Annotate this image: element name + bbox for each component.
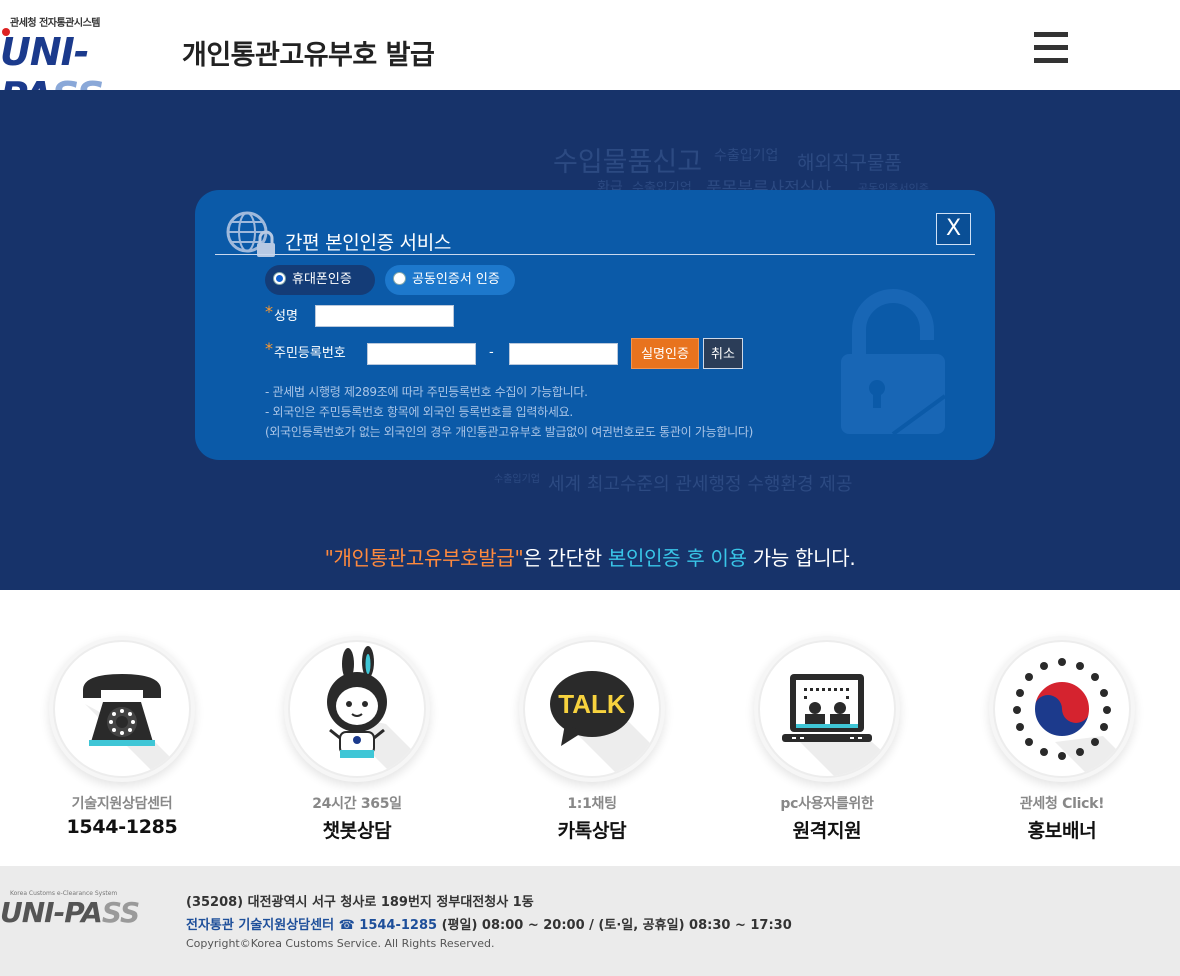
kakaotalk-icon: TALK [550, 671, 659, 776]
tab-label: 공동인증서 인증 [412, 272, 500, 287]
globe-lock-icon [226, 211, 275, 257]
footer-hours: (평일) 08:00 ~ 20:00 / (토·일, 공휴일) 08:30 ~ … [437, 918, 792, 933]
rrn-label: *주민등록번호 [265, 339, 346, 361]
rrn-front-input[interactable] [367, 343, 476, 365]
tab-label: 휴대폰인증 [292, 272, 352, 287]
service-kakaotalk[interactable]: TALK 1:1채팅 카톡상담 [492, 642, 692, 843]
service-circle [995, 642, 1129, 776]
padlock-icon [841, 289, 947, 436]
service-sub-label: 24시간 365일 [312, 796, 402, 812]
rrn-back-input[interactable] [509, 343, 618, 365]
hero-message-mid: 은 간단한 [523, 546, 608, 570]
service-sub-label: 1:1채팅 [567, 796, 617, 812]
telephone-icon [83, 674, 189, 776]
page-footer: Korea Customs e-Clearance System UNI-PAS… [0, 866, 1180, 976]
modal-title: 간편 본인인증 서비스 [285, 232, 452, 254]
tab-certificate-auth[interactable]: 공동인증서 인증 [385, 265, 515, 295]
service-chatbot[interactable]: 24시간 365일 챗봇상담 [257, 642, 457, 843]
radio-checked-icon[interactable] [273, 272, 286, 285]
hero-bg-text: 해외직구물품 [797, 152, 902, 174]
unipass-logo[interactable]: 관세청 전자통관시스템 UNI-PASS [0, 10, 176, 118]
service-tech-support[interactable]: 기술지원상담센터 1544-1285 [22, 642, 222, 838]
hero-message-end: 가능 합니다. [746, 546, 856, 570]
service-main-label: 원격지원 [792, 820, 862, 842]
radio-unchecked-icon[interactable] [393, 272, 406, 285]
rrn-dash: - [489, 345, 494, 360]
service-circle: TALK [525, 642, 659, 776]
talk-text: TALK [558, 689, 626, 719]
notice-line: (외국인등록번호가 없는 외국인의 경우 개인통관고유부호 발급없이 여권번호로… [265, 425, 753, 439]
service-remote-support[interactable]: pc사용자를위한 원격지원 [727, 642, 927, 843]
hero-bg-text: 수출입기업 [714, 148, 779, 164]
modal-divider [215, 254, 975, 255]
verify-button[interactable]: 실명인증 [631, 338, 699, 369]
service-circle [55, 642, 189, 776]
hero-section: 수입물품신고 수출입기업 해외직구물품 환급 수출입기업 품목분류사전심사 공동… [0, 90, 1180, 590]
name-input[interactable] [315, 305, 454, 327]
hamburger-menu-icon[interactable] [1034, 32, 1068, 64]
service-circle [290, 642, 424, 776]
hero-bg-text: 수출입기업 [494, 474, 540, 485]
service-links: 기술지원상담센터 1544-1285 24시간 365일 챗봇상담 TALK 1… [0, 590, 1180, 866]
footer-address: (35208) 대전광역시 서구 청사로 189번지 정부대전청사 1동 [186, 895, 534, 910]
service-sub-label: 기술지원상담센터 [71, 796, 173, 812]
page-title: 개인통관고유부호 발급 [182, 40, 435, 71]
service-main-label: 챗봇상담 [322, 820, 392, 842]
notice-line: - 외국인은 주민등록번호 항목에 외국인 등록번호를 입력하세요. [265, 405, 573, 419]
hero-message-highlight: 본인인증 후 이용 [607, 546, 747, 570]
footer-contact: 전자통관 기술지원상담센터 ☎ 1544-1285 (평일) 08:00 ~ 2… [186, 914, 792, 933]
footer-center-label: 전자통관 기술지원상담센터 ☎ 1544-1285 [186, 918, 438, 933]
cancel-button[interactable]: 취소 [703, 338, 743, 369]
service-sub-label: pc사용자를위한 [780, 796, 874, 812]
notice-line: - 관세법 시행령 제289조에 따라 주민등록번호 수집이 가능합니다. [265, 385, 588, 399]
service-circle [760, 642, 894, 776]
footer-logo-text: UNI-PASS [0, 896, 140, 929]
hero-message: "개인통관고유부호발급"은 간단한 본인인증 후 이용 가능 합니다. [0, 542, 1180, 571]
hero-bg-text: 수입물품신고 [553, 147, 703, 178]
hero-bg-text: 세계 최고수준의 관세행정 수행환경 제공 [548, 474, 853, 495]
footer-logo: Korea Customs e-Clearance System UNI-PAS… [0, 888, 160, 938]
close-button[interactable]: X [936, 213, 971, 245]
notice-text: - 관세법 시행령 제289조에 따라 주민등록번호 수집이 가능합니다. - … [265, 382, 753, 442]
auth-modal: 간편 본인인증 서비스 X 휴대폰인증 공동인증서 인증 *성명 *주민등록번호… [195, 190, 995, 460]
service-main-label: 카톡상담 [557, 820, 627, 842]
remote-support-icon [782, 674, 894, 776]
footer-copyright: Copyright©Korea Customs Service. All Rig… [186, 937, 495, 950]
chatbot-mascot-icon [327, 646, 424, 776]
logo-tagline: 관세청 전자통관시스템 [10, 18, 100, 29]
government-emblem-icon [1013, 658, 1129, 776]
service-promo-banner[interactable]: 관세청 Click! 홍보배너 [962, 642, 1162, 843]
page-header: 관세청 전자통관시스템 UNI-PASS 개인통관고유부호 발급 [0, 0, 1180, 118]
tab-phone-auth[interactable]: 휴대폰인증 [265, 265, 375, 295]
name-label: *성명 [265, 302, 298, 324]
service-sub-label: 관세청 Click! [1019, 796, 1105, 812]
service-main-label: 홍보배너 [1027, 820, 1097, 842]
service-main-label: 1544-1285 [66, 816, 178, 838]
hero-message-quote: "개인통관고유부호발급" [324, 546, 524, 570]
